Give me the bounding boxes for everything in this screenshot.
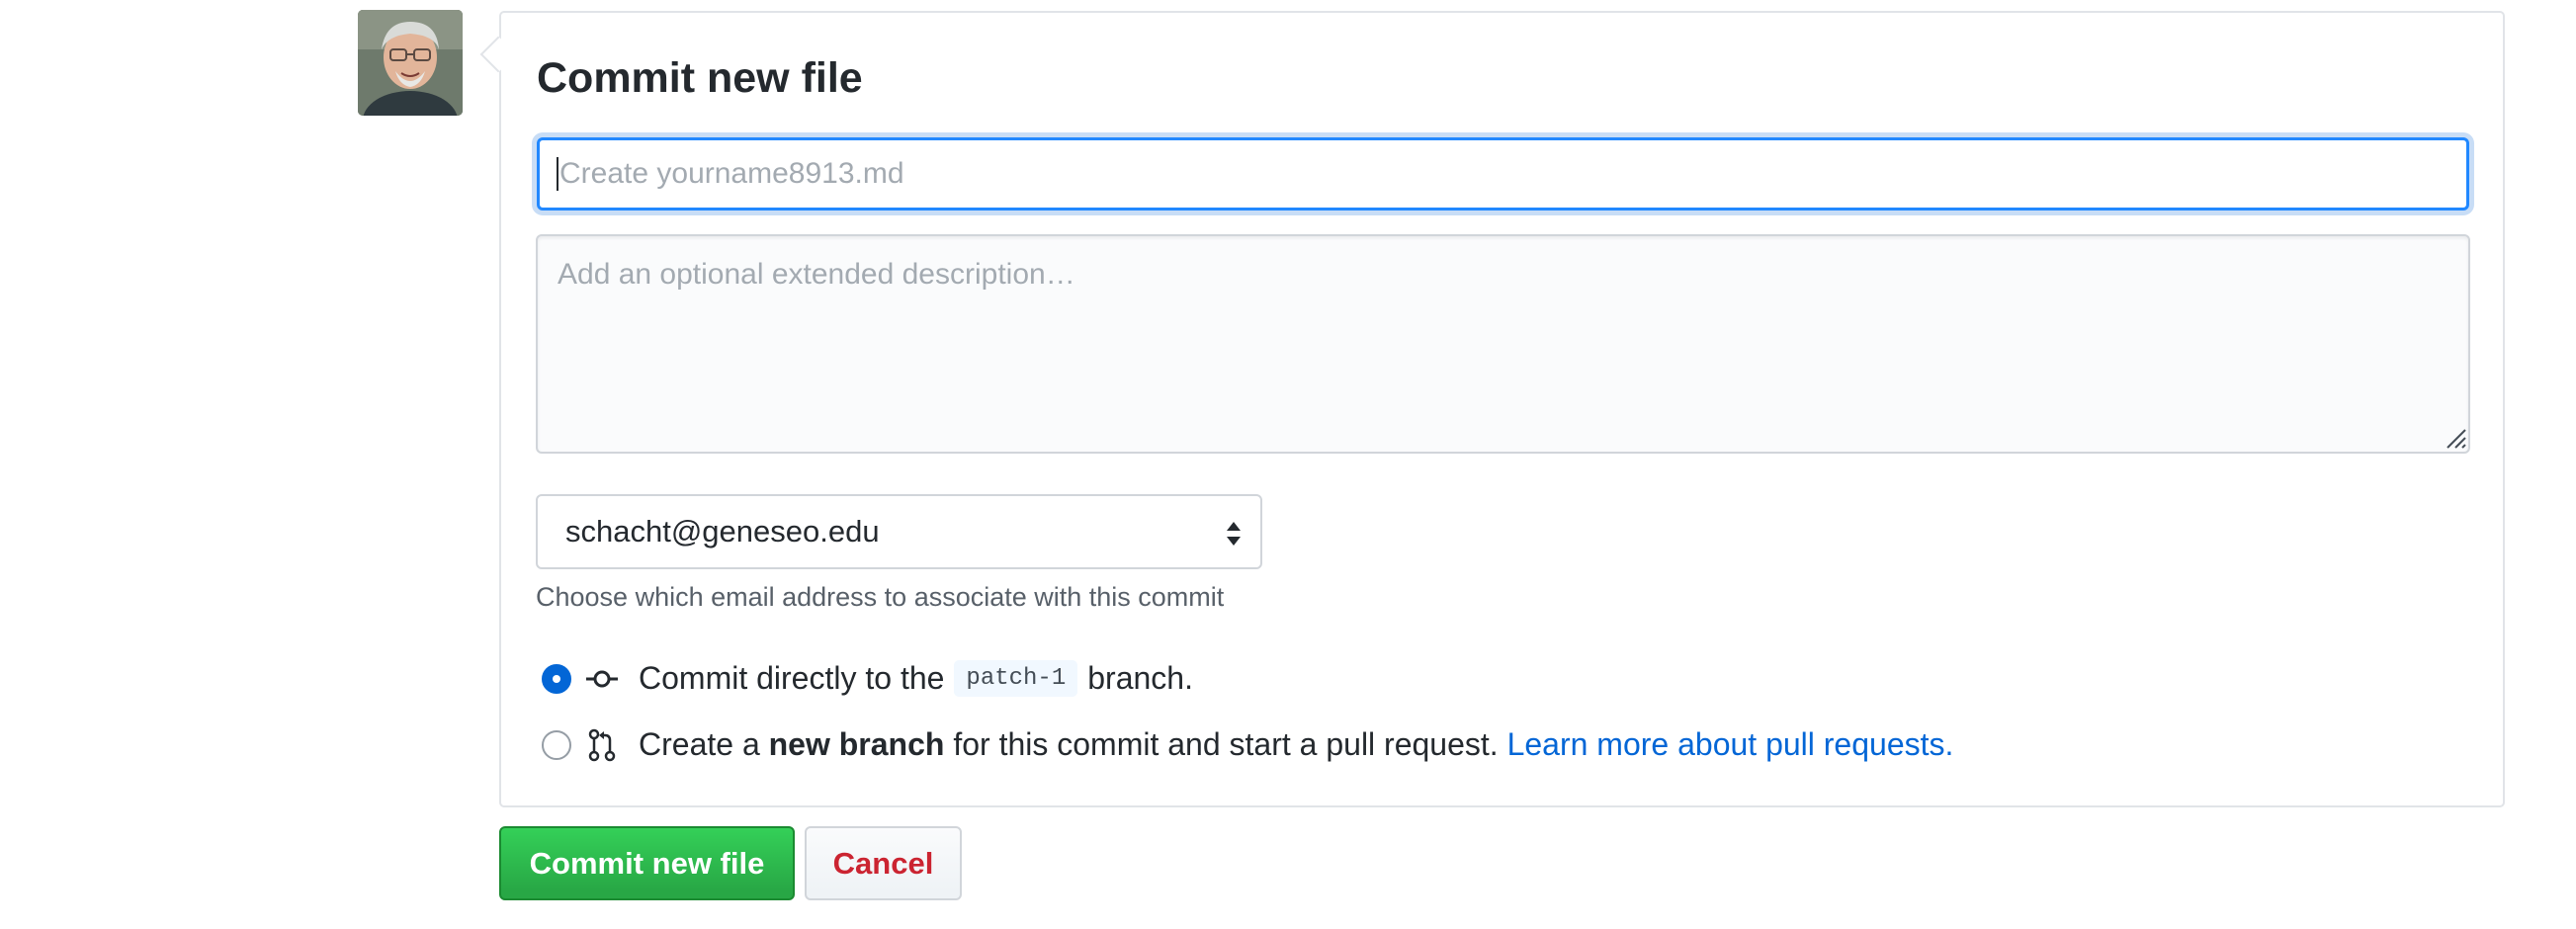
- avatar-portrait-icon: [358, 10, 463, 116]
- email-select-value: schacht@geneseo.edu: [565, 514, 880, 549]
- commit-summary-input[interactable]: [537, 137, 2469, 211]
- commit-description-textarea[interactable]: [536, 234, 2470, 454]
- email-help-text: Choose which email address to associate …: [536, 582, 1225, 612]
- commit-new-file-button[interactable]: Commit new file: [499, 826, 795, 900]
- new-branch-radio[interactable]: [542, 729, 571, 760]
- new-branch-bold: new branch: [768, 726, 945, 762]
- resize-handle-icon[interactable]: [2442, 424, 2467, 450]
- commit-direct-radio[interactable]: [542, 663, 571, 694]
- email-select[interactable]: schacht@geneseo.edu: [536, 494, 1262, 569]
- git-commit-icon: [586, 670, 618, 687]
- user-avatar[interactable]: [358, 10, 463, 116]
- commit-direct-prefix: Commit directly to the: [639, 660, 945, 696]
- new-branch-option[interactable]: Create a new branch for this commit and …: [542, 726, 1953, 763]
- cancel-button[interactable]: Cancel: [805, 826, 962, 900]
- pull-request-help-link[interactable]: Learn more about pull requests.: [1507, 726, 1954, 763]
- git-pull-request-icon: [588, 728, 616, 761]
- text-cursor: [557, 157, 558, 191]
- select-updown-icon: [1227, 522, 1241, 546]
- commit-direct-suffix: branch.: [1087, 660, 1193, 696]
- new-branch-prefix: Create a: [639, 726, 760, 762]
- branch-name: patch-1: [954, 660, 1078, 697]
- commit-form-title: Commit new file: [537, 54, 863, 102]
- commit-direct-option[interactable]: Commit directly to the patch-1 branch.: [542, 660, 1193, 697]
- new-branch-middle: for this commit and start a pull request…: [953, 726, 1499, 762]
